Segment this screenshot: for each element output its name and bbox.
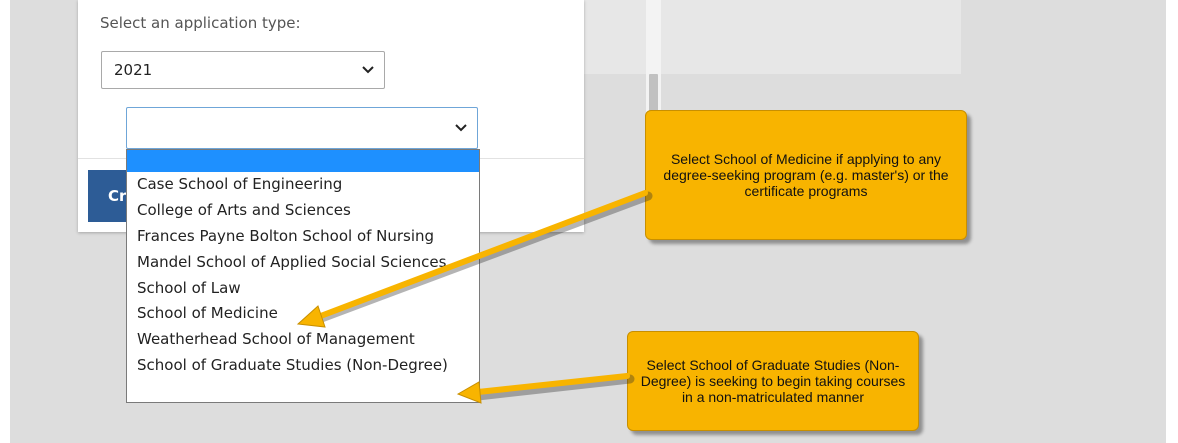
dropdown-option-social-sciences[interactable]: Mandel School of Applied Social Sciences xyxy=(127,250,479,276)
year-select-value: 2021 xyxy=(114,61,153,79)
dropdown-option-nursing[interactable]: Frances Payne Bolton School of Nursing xyxy=(127,224,479,250)
school-select[interactable] xyxy=(126,107,478,149)
dropdown-option-arts-sciences[interactable]: College of Arts and Sciences xyxy=(127,198,479,224)
dropdown-option-medicine[interactable]: School of Medicine xyxy=(127,301,479,327)
graduate-callout: Select School of Graduate Studies (Non-D… xyxy=(627,331,919,431)
dropdown-option-engineering[interactable]: Case School of Engineering xyxy=(127,172,479,198)
medicine-callout: Select School of Medicine if applying to… xyxy=(645,110,967,240)
graduate-callout-text: Select School of Graduate Studies (Non-D… xyxy=(640,357,906,405)
application-type-label: Select an application type: xyxy=(100,14,301,32)
dropdown-option-graduate-studies[interactable]: School of Graduate Studies (Non-Degree) xyxy=(127,353,479,379)
dropdown-option-blank[interactable] xyxy=(127,150,479,172)
dropdown-option-management[interactable]: Weatherhead School of Management xyxy=(127,327,479,353)
year-select[interactable]: 2021 xyxy=(101,51,385,89)
chevron-down-icon xyxy=(362,66,374,74)
dropdown-option-law[interactable]: School of Law xyxy=(127,276,479,302)
school-dropdown-list[interactable]: Case School of Engineering College of Ar… xyxy=(126,149,480,403)
medicine-callout-text: Select School of Medicine if applying to… xyxy=(663,151,949,199)
chevron-down-icon xyxy=(455,124,467,132)
